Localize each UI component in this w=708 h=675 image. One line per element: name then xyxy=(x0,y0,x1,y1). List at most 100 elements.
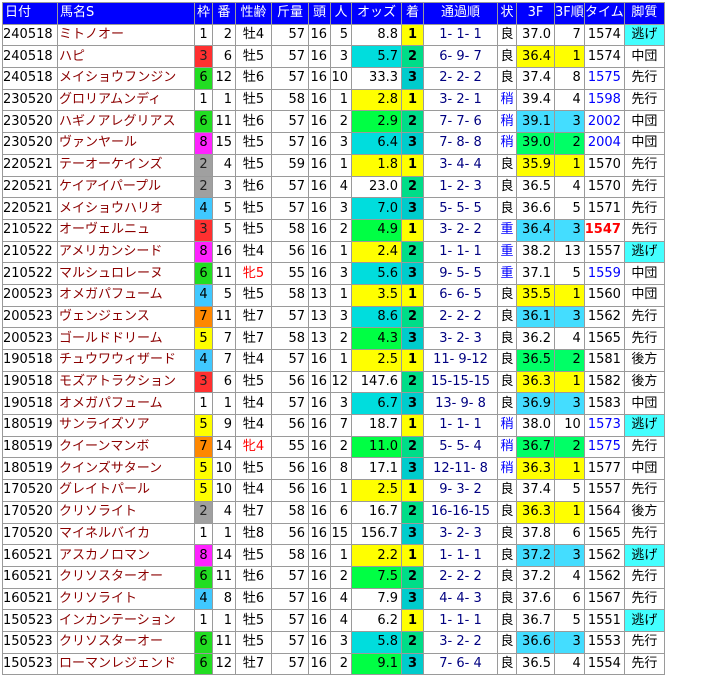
field-size-cell: 16 xyxy=(308,197,331,220)
last-3f-cell: 36.6 xyxy=(516,630,555,654)
number-cell: 1 xyxy=(212,522,236,546)
time-cell: 1565 xyxy=(583,522,625,546)
track-condition-cell: 良 xyxy=(497,479,517,502)
last-3f-rank-cell: 1 xyxy=(554,45,585,69)
last-3f-rank-cell: 4 xyxy=(554,327,585,350)
waku-cell: 4 xyxy=(194,197,213,220)
horse-name-cell: クリソスターオー xyxy=(57,630,195,654)
horse-name-cell: モズアトラクション xyxy=(57,370,195,394)
horse-name-cell: チュウワウィザード xyxy=(57,349,195,372)
passing-order-cell: 11- 9-12 xyxy=(423,349,498,372)
horse-name-cell: オメガパフューム xyxy=(57,392,195,416)
track-condition-cell: 良 xyxy=(497,45,517,69)
date-cell: 160521 xyxy=(2,587,58,611)
field-size-cell: 16 xyxy=(308,392,331,416)
finish-cell: 3 xyxy=(401,652,424,675)
running-style-cell: 先行 xyxy=(623,652,665,675)
odds-cell: 9.1 xyxy=(351,652,402,675)
weight-cell: 56 xyxy=(271,522,309,546)
waku-cell: 4 xyxy=(194,349,213,372)
waku-cell: 6 xyxy=(194,262,213,285)
passing-order-cell: 16-16-15 xyxy=(423,500,498,524)
weight-cell: 57 xyxy=(271,392,309,416)
table-row: 190518 モズアトラクション 3 6 牡5 56 16 12 147.6 2 15-15-15 良… xyxy=(2,370,665,394)
odds-cell: 7.9 xyxy=(351,587,402,611)
passing-order-cell: 9- 5- 5 xyxy=(423,262,498,285)
waku-cell: 1 xyxy=(194,23,213,47)
running-style-cell: 逃げ xyxy=(623,609,665,632)
time-cell: 2002 xyxy=(583,110,625,134)
number-cell: 8 xyxy=(212,587,236,611)
last-3f-cell: 39.4 xyxy=(516,88,555,112)
sex-age-cell: 牡5 xyxy=(235,609,272,632)
running-style-cell: 先行 xyxy=(623,197,665,220)
horse-name-cell: テーオーケインズ xyxy=(57,153,195,177)
finish-cell: 3 xyxy=(401,392,424,416)
weight-cell: 57 xyxy=(271,67,309,90)
table-row: 230520 グロリアムンディ 1 1 牡5 58 16 1 2.8 1 3- 2- 1 稍 39.4 4… xyxy=(2,88,665,112)
time-cell: 1574 xyxy=(583,23,625,47)
popularity-cell: 3 xyxy=(330,132,352,155)
last-3f-cell: 35.5 xyxy=(516,283,555,307)
track-condition-cell: 良 xyxy=(497,370,517,394)
waku-cell: 5 xyxy=(194,479,213,502)
odds-cell: 6.2 xyxy=(351,609,402,632)
date-cell: 230520 xyxy=(2,132,58,155)
track-condition-cell: 良 xyxy=(497,544,517,567)
date-cell: 190518 xyxy=(2,392,58,416)
last-3f-cell: 36.3 xyxy=(516,370,555,394)
number-cell: 1 xyxy=(212,609,236,632)
table-body: 240518 ミトノオー 1 2 牡4 57 16 5 8.8 1 1- 1- 1 良 37.0 7 157… xyxy=(2,23,665,675)
time-cell: 1547 xyxy=(583,218,625,242)
table-row: 230520 ヴァンヤール 8 15 牡5 57 16 3 6.4 3 7- 8- 8 稍 39.0 2 2… xyxy=(2,132,665,155)
passing-order-cell: 5- 5- 4 xyxy=(423,435,498,459)
header-time: タイム xyxy=(583,2,625,25)
track-condition-cell: 良 xyxy=(497,283,517,307)
finish-cell: 1 xyxy=(401,283,424,307)
odds-cell: 2.2 xyxy=(351,544,402,567)
sex-age-cell: 牡6 xyxy=(235,110,272,134)
weight-cell: 56 xyxy=(271,457,309,481)
last-3f-cell: 36.5 xyxy=(516,175,555,199)
horse-name-cell: ケイアイパープル xyxy=(57,175,195,199)
popularity-cell: 4 xyxy=(330,609,352,632)
track-condition-cell: 良 xyxy=(497,327,517,350)
header-passing-order: 通過順 xyxy=(423,2,498,25)
last-3f-rank-cell: 3 xyxy=(554,544,585,567)
running-style-cell: 先行 xyxy=(623,327,665,350)
field-size-cell: 13 xyxy=(308,327,331,350)
odds-cell: 156.7 xyxy=(351,522,402,546)
finish-cell: 3 xyxy=(401,522,424,546)
popularity-cell: 3 xyxy=(330,630,352,654)
running-style-cell: 先行 xyxy=(623,305,665,329)
waku-cell: 3 xyxy=(194,370,213,394)
header-finish: 着 xyxy=(401,2,424,25)
finish-cell: 3 xyxy=(401,262,424,285)
finish-cell: 3 xyxy=(401,197,424,220)
finish-cell: 2 xyxy=(401,110,424,134)
waku-cell: 2 xyxy=(194,153,213,177)
horse-name-cell: ハギノアレグリアス xyxy=(57,110,195,134)
finish-cell: 1 xyxy=(401,153,424,177)
odds-cell: 147.6 xyxy=(351,370,402,394)
last-3f-rank-cell: 4 xyxy=(554,88,585,112)
weight-cell: 57 xyxy=(271,132,309,155)
field-size-cell: 13 xyxy=(308,283,331,307)
passing-order-cell: 7- 7- 6 xyxy=(423,110,498,134)
finish-cell: 1 xyxy=(401,349,424,372)
popularity-cell: 1 xyxy=(330,544,352,567)
number-cell: 14 xyxy=(212,435,236,459)
track-condition-cell: 稍 xyxy=(497,110,517,134)
table-row: 170520 グレイトパール 5 10 牡4 56 16 1 2.5 1 9- 3- 2 良 37.4 5… xyxy=(2,479,665,502)
waku-cell: 8 xyxy=(194,544,213,567)
last-3f-cell: 35.9 xyxy=(516,153,555,177)
last-3f-cell: 37.6 xyxy=(516,587,555,611)
number-cell: 11 xyxy=(212,630,236,654)
sex-age-cell: 牡6 xyxy=(235,565,272,589)
finish-cell: 2 xyxy=(401,370,424,394)
odds-cell: 7.0 xyxy=(351,197,402,220)
table-row: 160521 クリソスターオー 6 11 牡6 57 16 2 7.5 2 2- 2- 2 良 37.2… xyxy=(2,565,665,589)
time-cell: 1551 xyxy=(583,609,625,632)
horse-name-cell: アメリカンシード xyxy=(57,240,195,264)
track-condition-cell: 良 xyxy=(497,67,517,90)
